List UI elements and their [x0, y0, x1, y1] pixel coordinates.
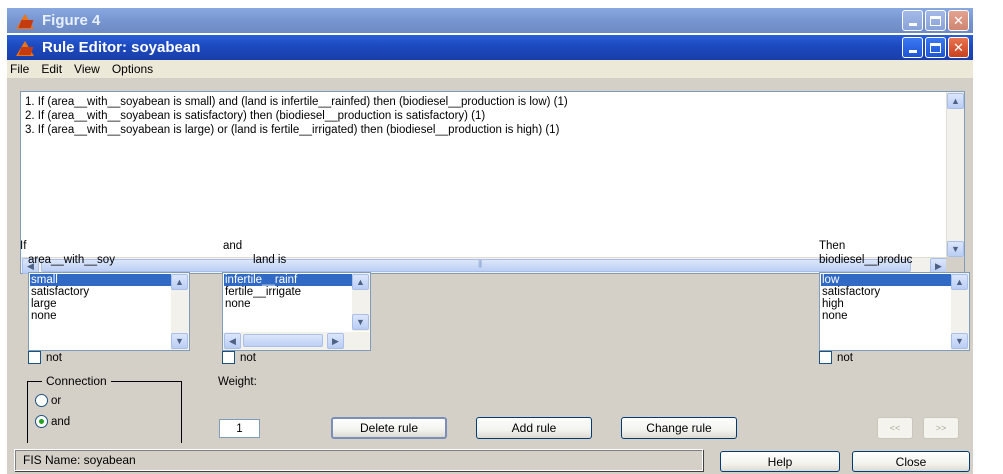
- input1-prefix: If: [20, 240, 27, 252]
- scroll-up-icon[interactable]: ▲: [947, 93, 964, 109]
- input1-scrollbar[interactable]: ▲ ▼: [171, 273, 189, 350]
- horizontal-scroll-thumb[interactable]: [243, 334, 323, 347]
- scroll-up-icon[interactable]: ▲: [171, 274, 188, 290]
- scroll-corner: [946, 257, 964, 273]
- scroll-down-icon[interactable]: ▼: [171, 333, 188, 349]
- previous-rule-button[interactable]: <<: [877, 417, 913, 439]
- checkbox-icon[interactable]: [222, 351, 235, 364]
- list-item[interactable]: none: [821, 310, 951, 322]
- input1-name: area__with__soy: [28, 254, 115, 266]
- scroll-right-icon[interactable]: ▶: [327, 333, 344, 349]
- outer-title-bar[interactable]: Figure 4 ✕: [7, 8, 973, 33]
- radio-label: or: [51, 394, 62, 407]
- connection-and-radio[interactable]: and: [35, 415, 70, 428]
- maximize-icon: [930, 42, 941, 53]
- output-name: biodiesel__produc: [819, 254, 913, 266]
- matlab-logo-icon: [14, 39, 36, 57]
- change-rule-button[interactable]: Change rule: [621, 417, 737, 439]
- fis-name-field: FIS Name: soyabean: [14, 449, 703, 471]
- rules-horizontal-scrollbar[interactable]: ◀ ▶: [21, 257, 948, 274]
- close-icon: ✕: [953, 39, 964, 55]
- minimize-icon: [908, 23, 917, 26]
- list-item[interactable]: large: [30, 298, 171, 310]
- list-item[interactable]: infertile__rainf: [224, 274, 352, 286]
- outer-window-title: Figure 4: [42, 12, 101, 29]
- connection-or-radio[interactable]: or: [35, 394, 61, 407]
- input2-horizontal-scrollbar[interactable]: ◀ ▶: [223, 332, 370, 350]
- output-scrollbar[interactable]: ▲ ▼: [951, 273, 969, 350]
- close-window-button[interactable]: ✕: [948, 10, 969, 31]
- radio-label: and: [51, 415, 71, 428]
- rule-item[interactable]: 1. If (area__with__soyabean is small) an…: [25, 95, 944, 109]
- scroll-down-icon[interactable]: ▼: [947, 241, 964, 257]
- list-item[interactable]: small: [30, 274, 171, 286]
- list-item[interactable]: satisfactory: [30, 286, 171, 298]
- rule-item[interactable]: 3. If (area__with__soyabean is large) or…: [25, 123, 944, 137]
- input2-scrollbar[interactable]: ▲ ▼: [352, 273, 370, 331]
- list-item[interactable]: satisfactory: [821, 286, 951, 298]
- add-rule-button[interactable]: Add rule: [476, 417, 592, 439]
- rules-vertical-scrollbar[interactable]: ▲ ▼: [946, 92, 964, 258]
- scroll-down-icon[interactable]: ▼: [352, 314, 369, 330]
- connection-title: Connection: [42, 374, 111, 388]
- menu-file[interactable]: File: [7, 62, 38, 76]
- output-prefix: Then: [819, 240, 846, 252]
- menu-edit[interactable]: Edit: [38, 62, 71, 76]
- scroll-up-icon[interactable]: ▲: [951, 274, 968, 290]
- not-label: not: [837, 351, 853, 364]
- scroll-up-icon[interactable]: ▲: [352, 274, 369, 290]
- maximize-icon: [930, 15, 941, 26]
- scroll-down-icon[interactable]: ▼: [951, 333, 968, 349]
- list-item[interactable]: none: [30, 310, 171, 322]
- not-label: not: [240, 351, 256, 364]
- checkbox-icon[interactable]: [819, 351, 832, 364]
- list-item[interactable]: low: [821, 274, 951, 286]
- next-rule-button[interactable]: >>: [923, 417, 959, 439]
- minimize-icon: [908, 50, 917, 53]
- close-window-button[interactable]: ✕: [948, 37, 969, 58]
- minimize-button[interactable]: [902, 10, 923, 31]
- checkbox-icon[interactable]: [28, 351, 41, 364]
- weight-input[interactable]: 1: [219, 419, 260, 438]
- minimize-button[interactable]: [902, 37, 923, 58]
- help-button[interactable]: Help: [720, 451, 840, 472]
- menu-view[interactable]: View: [71, 62, 109, 76]
- rule-editor-title: Rule Editor: soyabean: [42, 39, 201, 56]
- output-not-checkbox[interactable]: not: [819, 351, 853, 364]
- weight-label: Weight:: [218, 376, 257, 388]
- list-item[interactable]: high: [821, 298, 951, 310]
- radio-icon[interactable]: [35, 394, 48, 407]
- output-listbox[interactable]: low satisfactory high none ▲ ▼: [819, 272, 970, 351]
- scroll-left-icon[interactable]: ◀: [224, 333, 241, 349]
- rule-editor-window: File Edit View Options 1. If (area__with…: [7, 60, 973, 474]
- matlab-logo-icon: [14, 12, 36, 30]
- menu-options[interactable]: Options: [109, 62, 162, 76]
- delete-rule-button[interactable]: Delete rule: [331, 417, 447, 439]
- list-item[interactable]: none: [224, 298, 352, 310]
- input1-listbox[interactable]: small satisfactory large none ▲ ▼: [28, 272, 190, 351]
- list-item[interactable]: fertile__irrigate: [224, 286, 352, 298]
- radio-selected-icon[interactable]: [35, 415, 48, 428]
- close-icon: ✕: [953, 12, 964, 28]
- maximize-button[interactable]: [925, 37, 946, 58]
- rule-editor-title-bar[interactable]: Rule Editor: soyabean ✕: [7, 35, 973, 60]
- input2-not-checkbox[interactable]: not: [222, 351, 256, 364]
- input2-prefix: and: [223, 240, 243, 252]
- horizontal-scroll-thumb[interactable]: [41, 259, 911, 272]
- not-label: not: [46, 351, 62, 364]
- input1-not-checkbox[interactable]: not: [28, 351, 62, 364]
- maximize-button[interactable]: [925, 10, 946, 31]
- menu-bar: File Edit View Options: [7, 60, 973, 78]
- close-button[interactable]: Close: [852, 451, 970, 472]
- rule-item[interactable]: 2. If (area__with__soyabean is satisfact…: [25, 109, 944, 123]
- input2-name: land is: [253, 254, 287, 266]
- input2-listbox[interactable]: infertile__rainf fertile__irrigate none …: [222, 272, 371, 351]
- status-bar: FIS Name: soyabean Help Close: [7, 443, 973, 474]
